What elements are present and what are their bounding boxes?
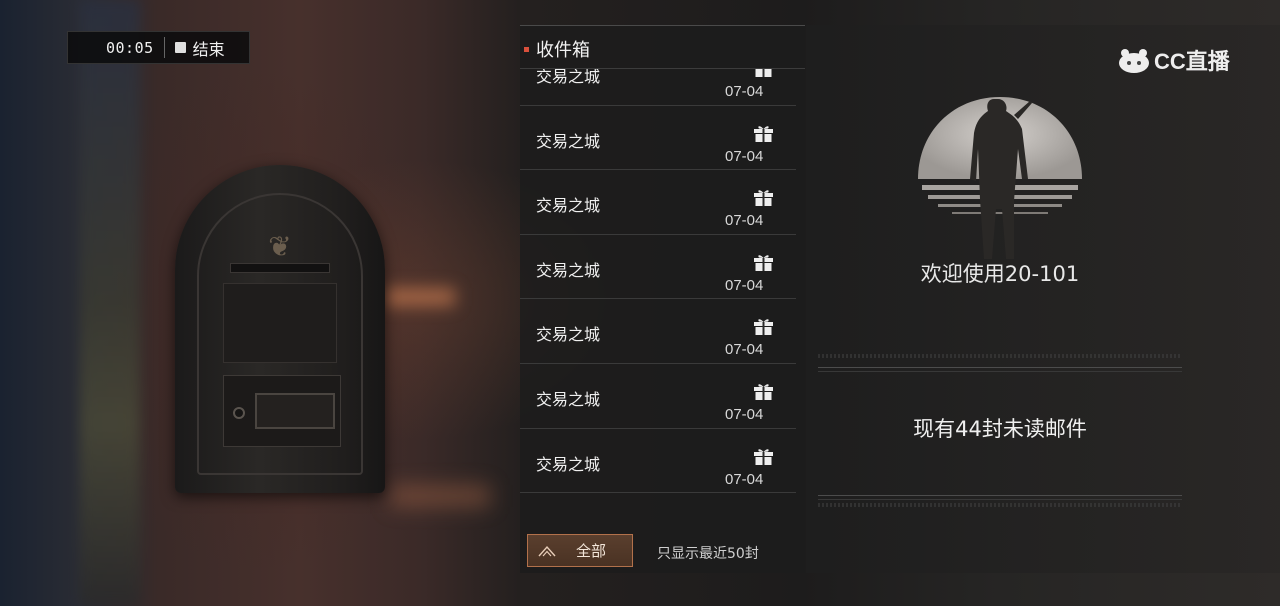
mail-date: 07-04 <box>725 341 764 359</box>
mail-sender: 交易之城 <box>536 454 601 474</box>
mail-item[interactable]: 交易之城 07-04 <box>520 299 796 364</box>
mail-item[interactable]: 交易之城 07-04 <box>520 429 796 494</box>
end-recording-button[interactable]: 结束 <box>193 36 225 60</box>
divider <box>818 371 1182 372</box>
mail-date: 07-04 <box>725 83 764 100</box>
mail-sender: 交易之城 <box>536 389 601 409</box>
welcome-text: 欢迎使用20-101 <box>920 262 1080 286</box>
timer-time: 00:05 <box>106 38 154 57</box>
cc-live-watermark: CC直播 <box>1117 44 1230 76</box>
mail-item[interactable]: 交易之城 07-04 <box>520 170 796 235</box>
mail-sender: 交易之城 <box>536 325 601 345</box>
ornament-icon: ❦ <box>268 230 292 263</box>
mailbox-nameplate <box>255 393 335 429</box>
unread-count-text: 现有44封未读邮件 <box>913 417 1087 441</box>
background-blur <box>80 0 140 606</box>
mail-item[interactable]: 交易之城 07-04 <box>520 106 796 171</box>
gift-icon <box>754 384 773 400</box>
mail-sender: 交易之城 <box>536 260 601 280</box>
title-marker-icon <box>524 46 529 52</box>
mail-sender: 交易之城 <box>536 196 601 216</box>
soldier-emblem-icon <box>918 97 1082 259</box>
gift-icon <box>754 190 773 207</box>
decor-line <box>818 503 1182 507</box>
recording-timer: 00:05 结束 <box>67 31 250 64</box>
mail-date: 07-04 <box>725 276 764 294</box>
divider <box>818 495 1182 496</box>
mail-list[interactable]: 交易之城 07-04 交易之城 07-04 交易之城 07-04 交易之城 07-04 交易之城… <box>520 69 805 495</box>
inbox-header: 收件箱 <box>520 34 805 64</box>
divider <box>818 367 1182 368</box>
watermark-text: CC直播 <box>1154 49 1230 74</box>
mail-date: 07-04 <box>725 405 764 423</box>
gift-icon <box>754 125 773 142</box>
filter-icon <box>538 545 556 556</box>
mail-limit-note: 只显示最近50封 <box>657 546 759 562</box>
background-light <box>385 288 455 306</box>
filter-all-button[interactable]: 全部 <box>527 534 633 567</box>
divider <box>818 499 1182 500</box>
background-light <box>390 485 490 507</box>
mailbox-panel <box>223 283 337 363</box>
mailbox-model: ❦ <box>175 165 385 493</box>
decor-line <box>818 354 1182 358</box>
mail-preview-panel: 欢迎使用20-101 现有44封未读邮件 <box>806 25 1280 573</box>
mail-item[interactable]: 交易之城 07-04 <box>520 235 796 300</box>
mail-date: 07-04 <box>725 470 764 488</box>
inbox-title: 收件箱 <box>536 40 590 61</box>
mail-sender: 交易之城 <box>536 69 601 86</box>
cc-logo-icon <box>1119 49 1149 73</box>
filter-label: 全部 <box>576 542 607 560</box>
mail-date: 07-04 <box>725 147 764 165</box>
stop-icon[interactable] <box>174 42 186 53</box>
mail-item[interactable]: 交易之城 07-04 <box>520 69 796 106</box>
gift-icon <box>754 448 773 465</box>
gift-icon <box>754 255 773 271</box>
timer-divider <box>163 37 165 58</box>
inbox-panel: 收件箱 交易之城 07-04 交易之城 07-04 交易之城 07-04 交易之城 07-04… <box>520 25 805 573</box>
gift-icon <box>755 69 772 77</box>
mail-date: 07-04 <box>725 212 764 230</box>
mailbox-slot <box>230 263 330 273</box>
mail-item[interactable]: 交易之城 07-04 <box>520 364 796 429</box>
gift-icon <box>754 319 773 336</box>
mail-sender: 交易之城 <box>536 131 601 151</box>
keyhole-icon <box>233 407 245 419</box>
